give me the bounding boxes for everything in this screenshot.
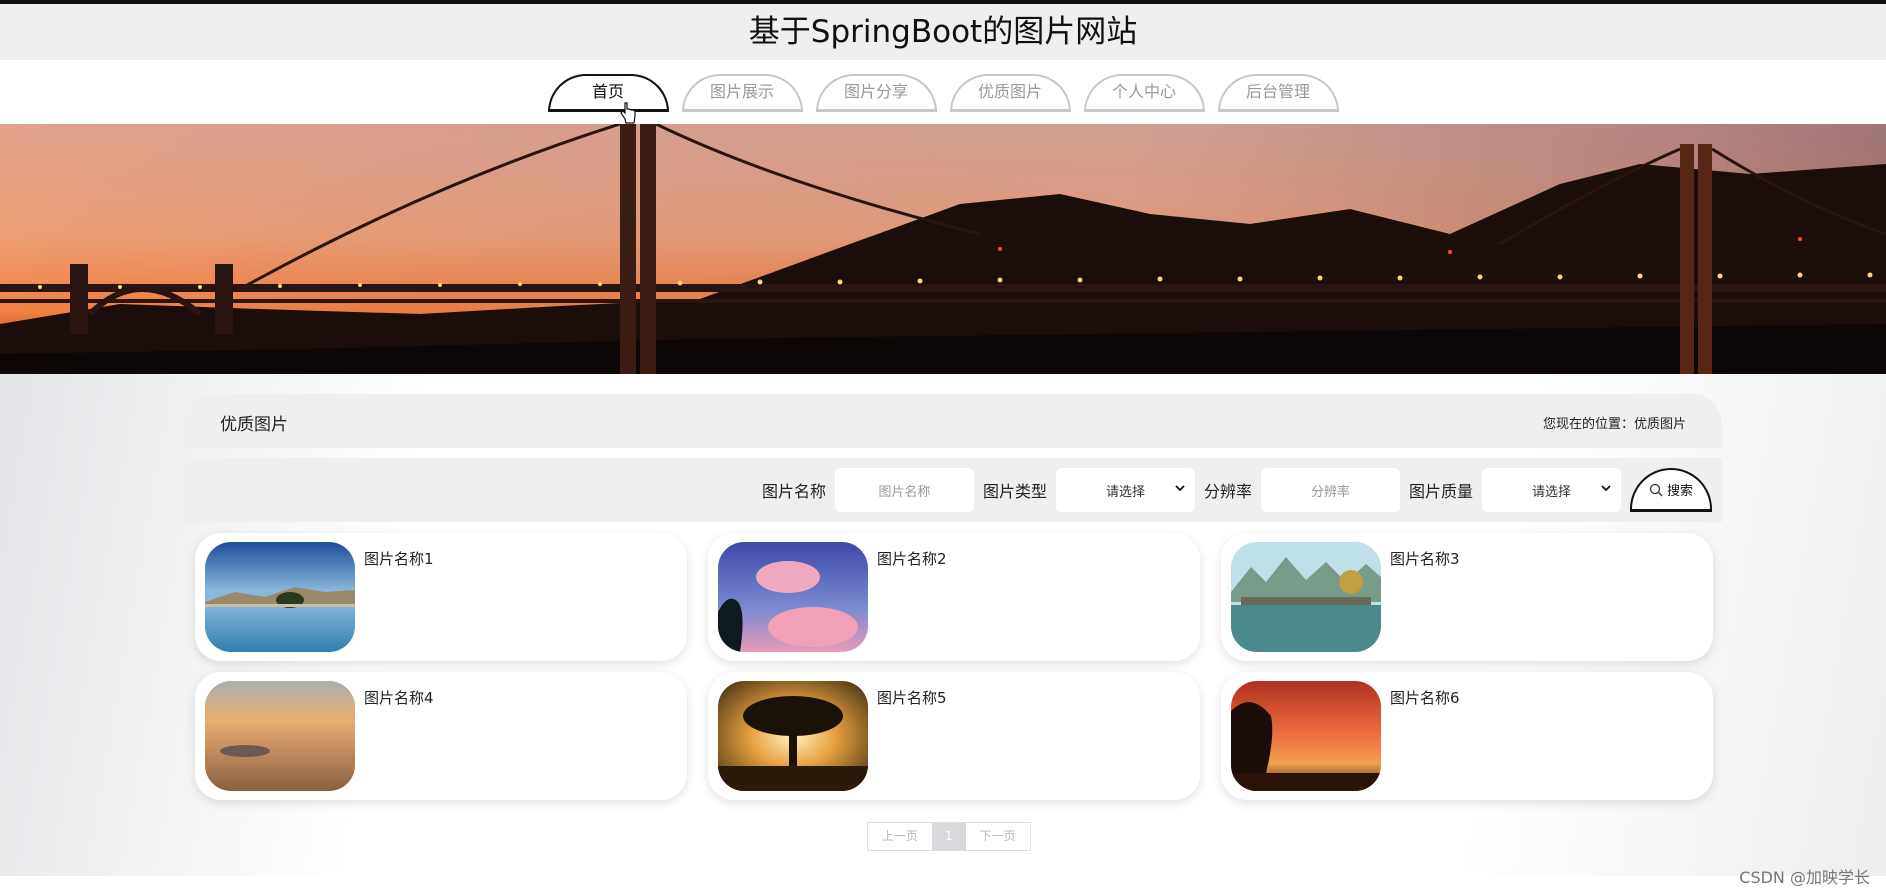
image-card[interactable]: 图片名称2 (708, 533, 1200, 661)
image-card[interactable]: 图片名称6 (1221, 672, 1713, 800)
location-text: 您现在的位置：优质图片 (1542, 417, 1686, 432)
nav-item-label: 后台管理 (1245, 82, 1310, 101)
site-title: 基于SpringBoot的图片网站 (748, 14, 1138, 50)
tree-sunburst-image (718, 681, 868, 791)
image-card[interactable]: 图片名称5 (708, 672, 1200, 800)
site-header: 基于SpringBoot的图片网站 (0, 4, 1886, 60)
image-card[interactable]: 图片名称1 (195, 533, 687, 661)
card-title: 图片名称4 (364, 689, 434, 707)
lake-reflection-image (205, 542, 355, 652)
pagination: 上一页 1 下一页 (867, 822, 1031, 851)
name-label: 图片名称 (761, 482, 826, 501)
nav-item-admin[interactable]: 后台管理 (1217, 74, 1339, 112)
card-thumbnail[interactable] (1231, 681, 1381, 791)
image-card[interactable]: 图片名称3 (1221, 533, 1713, 661)
card-title: 图片名称1 (364, 550, 434, 568)
watermark: CSDN @加映学长 (1739, 868, 1870, 887)
type-label: 图片类型 (982, 482, 1047, 501)
card-thumbnail[interactable] (1231, 542, 1381, 652)
search-button-label: 搜索 (1666, 484, 1693, 499)
resolution-input-placeholder: 分辨率 (1310, 484, 1350, 500)
quality-select[interactable]: 请选择 (1482, 468, 1621, 512)
image-card[interactable]: 图片名称4 (195, 672, 687, 800)
card-title: 图片名称5 (877, 689, 947, 707)
resolution-label: 分辨率 (1203, 482, 1252, 501)
nav-item-home[interactable]: 首页 (547, 74, 669, 124)
nav-item-gallery[interactable]: 图片展示 (681, 74, 803, 112)
nav-item-profile[interactable]: 个人中心 (1083, 74, 1205, 112)
search-button[interactable]: 搜索 (1630, 468, 1712, 512)
chevron-down-icon (1175, 485, 1185, 492)
nav-item-label: 优质图片 (977, 82, 1042, 101)
filter-bar: 图片名称 图片名称 图片类型 请选择 分辨率 分辨率 图片质量 请选择 搜索 (185, 458, 1722, 522)
bridge-sunset-image (0, 124, 1886, 374)
nav-item-label: 图片分享 (843, 82, 908, 101)
nav-item-label: 首页 (591, 82, 624, 101)
section-title: 优质图片 (220, 415, 288, 435)
nav-item-label: 个人中心 (1111, 82, 1176, 101)
karst-bridge-image (1231, 542, 1381, 652)
quality-select-value: 请选择 (1531, 484, 1571, 500)
type-select-value: 请选择 (1105, 484, 1145, 500)
resolution-input[interactable]: 分辨率 (1260, 468, 1400, 512)
main-nav: 首页 图片展示 图片分享 优质图片 个人中心 后台管理 (0, 60, 1886, 124)
red-sunset-coast-image (1231, 681, 1381, 791)
image-card-grid: 图片名称1 图片名称2 图片名称3 图片名称4 图片名称5 图片名称6 (195, 533, 1713, 800)
prev-page-button[interactable]: 上一页 (868, 823, 932, 850)
card-title: 图片名称2 (877, 550, 947, 568)
nav-item-premium[interactable]: 优质图片 (949, 74, 1071, 112)
card-thumbnail[interactable] (205, 542, 355, 652)
nav-item-label: 图片展示 (709, 82, 774, 101)
breadcrumb: 优质图片 您现在的位置：优质图片 (185, 394, 1722, 448)
name-input-placeholder: 图片名称 (878, 484, 931, 500)
card-thumbnail[interactable] (205, 681, 355, 791)
chevron-down-icon (1601, 485, 1611, 492)
golden-sunset-sea-image (205, 681, 355, 791)
type-select[interactable]: 请选择 (1055, 468, 1195, 512)
search-icon (1649, 483, 1663, 496)
card-title: 图片名称6 (1390, 689, 1460, 707)
next-page-button[interactable]: 下一页 (966, 823, 1030, 850)
hand-pointer-icon (619, 102, 636, 124)
nav-item-share[interactable]: 图片分享 (815, 74, 937, 112)
pink-clouds-image (718, 542, 868, 652)
name-input[interactable]: 图片名称 (834, 468, 974, 512)
card-thumbnail[interactable] (718, 542, 868, 652)
current-page[interactable]: 1 (932, 823, 966, 850)
hero-banner (0, 124, 1886, 374)
card-thumbnail[interactable] (718, 681, 868, 791)
quality-label: 图片质量 (1408, 482, 1473, 501)
card-title: 图片名称3 (1390, 550, 1460, 568)
